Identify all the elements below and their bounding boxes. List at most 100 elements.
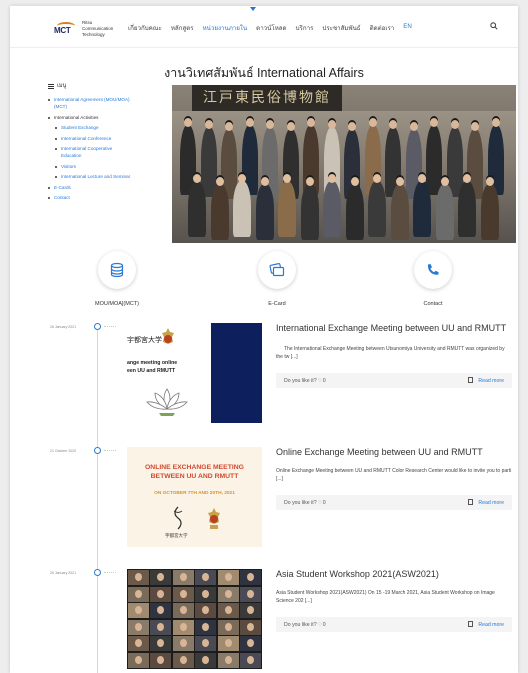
menu-item-agreement[interactable]: International Agreement (MOU/MOA) (MCT) — [48, 96, 173, 110]
menu-item-conference[interactable]: International Conference — [55, 135, 173, 142]
menu-item-coop-education[interactable]: International Cooperative Education — [55, 145, 173, 159]
site-logo[interactable]: MCT Ritsu Communication Technology — [54, 20, 120, 38]
thumb-date-line: ON OCTOBER 7TH AND 20TH, 2021 — [154, 491, 235, 496]
post-action-bar: Do you like it? ♡0 Read more — [276, 373, 512, 388]
video-tile — [150, 652, 172, 668]
document-icon — [468, 377, 473, 383]
video-tile — [172, 619, 194, 635]
video-tile — [240, 619, 261, 635]
nav-item-contact[interactable]: ติดต่อเรา — [370, 23, 395, 33]
phone-icon — [427, 264, 439, 275]
nav-item-services[interactable]: บริการ — [296, 23, 314, 33]
photo-person — [426, 118, 442, 195]
uu-logo-icon — [173, 506, 183, 530]
photo-person — [188, 174, 206, 237]
video-tile — [150, 603, 172, 618]
logo-text: Ritsu Communication Technology — [82, 20, 114, 37]
timeline-post: 21 October 2020 ONLINE EXCHANGE MEETING … — [10, 447, 518, 552]
hero-group-photo: 江戸東民俗博物館 — [172, 85, 516, 243]
quick-link-label: MOU/MOA](MCT) — [95, 301, 139, 307]
post-action-bar: Do you like it? ♡0 Read more — [276, 617, 512, 632]
video-tile — [195, 586, 217, 602]
thumb-caption: een UU and RMUTT — [127, 368, 176, 374]
photo-person — [210, 177, 229, 240]
sidebar-menu: เมนู International Agreement (MOU/MOA) (M… — [48, 82, 173, 205]
menu-item-student-exchange[interactable]: Student Exchange — [55, 124, 173, 131]
video-tile — [128, 619, 149, 635]
quick-link-contact[interactable]: Contact — [373, 251, 493, 307]
photo-person — [255, 177, 274, 240]
video-tile — [128, 586, 149, 602]
language-switch[interactable]: EN — [403, 23, 412, 33]
menu-icon — [48, 83, 54, 89]
video-tile — [150, 619, 172, 635]
thumb-university-text: 宇都宮大学 — [127, 336, 162, 344]
video-tile — [128, 652, 149, 668]
photo-person — [278, 174, 296, 237]
timeline-post: 26 January 2021 Asia Student Workshop 20… — [10, 569, 518, 673]
page: MCT Ritsu Communication Technology เกี่ย… — [10, 6, 518, 673]
read-more-link[interactable]: Read more — [478, 622, 504, 628]
logo-mark: MCT — [54, 21, 78, 37]
nav-item-about[interactable]: เกี่ยวกับคณะ — [128, 23, 162, 33]
photo-person — [435, 177, 454, 240]
post-title[interactable]: International Exchange Meeting between U… — [276, 323, 512, 333]
quick-link-mou[interactable]: MOU/MOA](MCT) — [57, 251, 177, 307]
nav-item-curriculum[interactable]: หลักสูตร — [171, 23, 194, 33]
video-tile — [172, 603, 194, 618]
menu-item-activities[interactable]: International Activities — [48, 114, 173, 121]
photo-person — [368, 174, 386, 237]
video-tile — [217, 603, 239, 618]
read-more-link[interactable]: Read more — [478, 500, 504, 506]
timeline-dot — [94, 323, 101, 330]
post-title[interactable]: Online Exchange Meeting between UU and R… — [276, 447, 512, 457]
like-button[interactable]: Do you like it? ♡0 — [284, 500, 326, 506]
video-tile — [172, 636, 194, 651]
post-excerpt: The International Exchange Meeting betwe… — [276, 346, 505, 360]
card-icon — [269, 263, 285, 277]
document-icon — [468, 621, 473, 627]
menu-item-visitors[interactable]: Visitors — [55, 163, 173, 170]
nav-item-download[interactable]: ดาวน์โหลด — [256, 23, 286, 33]
menu-heading: เมนู — [57, 83, 67, 89]
post-date: 26 January 2021 — [50, 571, 77, 575]
video-tile — [195, 636, 217, 651]
read-more-link[interactable]: Read more — [478, 378, 504, 384]
menu-item-ecards[interactable]: E-Cards — [48, 184, 173, 191]
nav-item-news[interactable]: ประชาสัมพันธ์ — [322, 23, 360, 33]
like-button[interactable]: Do you like it? ♡0 — [284, 378, 326, 384]
lotus-flower-icon — [146, 388, 188, 416]
like-button[interactable]: Do you like it? ♡0 — [284, 622, 326, 628]
video-tile — [195, 652, 217, 668]
video-tile — [172, 586, 194, 602]
video-tile — [150, 570, 172, 585]
photo-person — [323, 174, 341, 237]
video-tile — [195, 603, 217, 618]
video-tile — [195, 570, 217, 585]
photo-person — [458, 174, 476, 237]
post-excerpt: Online Exchange Meeting between UU and R… — [276, 468, 512, 482]
timeline-post: 26 January 2021 宇都宮大学 ange meeting onlin… — [10, 323, 518, 428]
video-tile — [217, 652, 239, 668]
nav-item-internal-units[interactable]: หน่วยงานภายใน — [203, 23, 248, 33]
post-title[interactable]: Asia Student Workshop 2021(ASW2021) — [276, 569, 512, 579]
menu-header: เมนู — [48, 82, 173, 90]
photo-person — [345, 177, 364, 240]
menu-item-lecture[interactable]: International Lecture and Seminar — [55, 173, 173, 180]
quick-link-ecard[interactable]: E-Card — [217, 251, 337, 307]
video-tile — [240, 652, 261, 668]
video-tile — [128, 636, 149, 651]
post-thumbnail[interactable] — [127, 569, 262, 669]
post-thumbnail[interactable]: 宇都宮大学 ange meeting online een UU and RMU… — [127, 323, 262, 423]
database-icon — [110, 262, 124, 278]
video-tile — [240, 603, 261, 618]
post-action-bar: Do you like it? ♡0 Read more — [276, 495, 512, 510]
search-icon[interactable] — [490, 22, 498, 30]
post-excerpt: Asia Student Workshop 2021(ASW2021) On 1… — [276, 590, 495, 604]
video-tile — [217, 619, 239, 635]
menu-item-contact[interactable]: Contact — [48, 194, 173, 201]
post-thumbnail[interactable]: ONLINE EXCHANGE MEETING BETWEEN UU AND R… — [127, 447, 262, 547]
video-tile — [240, 570, 261, 585]
post-date: 26 January 2021 — [50, 325, 77, 329]
rmutt-seal-icon — [208, 508, 220, 529]
